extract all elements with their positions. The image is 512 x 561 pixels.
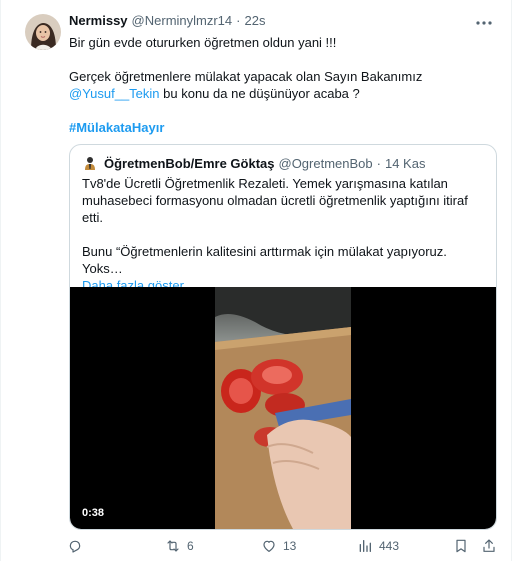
post-text: Bir gün evde otururken öğretmen oldun ya… [69, 34, 489, 136]
like-icon [261, 538, 277, 554]
share-button[interactable] [481, 536, 497, 556]
post-text-line: Bir gün evde otururken öğretmen oldun ya… [69, 35, 337, 50]
quoted-author-avatar [82, 155, 98, 171]
bookmark-button[interactable] [453, 536, 469, 556]
separator-dot: · [376, 155, 381, 171]
post-header: Nermissy @Nerminylmzr14 · 22s [69, 13, 471, 33]
like-button[interactable]: 13 [261, 536, 296, 556]
quoted-text-line: etti. [82, 210, 103, 225]
quoted-post-time: 14 Kas [384, 155, 426, 171]
author-name[interactable]: Nermissy [69, 13, 128, 28]
quoted-post[interactable]: ÖğretmenBob/Emre Göktaş @OgretmenBob · 1… [69, 144, 497, 530]
post-text-line: @Yusuf__Tekin bu konu da ne düşünüyor ac… [69, 85, 489, 102]
author-avatar[interactable] [25, 14, 61, 50]
video-player[interactable]: 0:38 [70, 287, 496, 529]
views-count: 443 [379, 539, 400, 553]
post-text-line: Gerçek öğretmenlere mülakat yapacak olan… [69, 69, 423, 84]
quoted-author-handle: @OgretmenBob [278, 155, 373, 171]
mention-link[interactable]: @Yusuf__Tekin [69, 86, 160, 101]
more-button[interactable] [473, 12, 495, 30]
video-duration: 0:38 [78, 506, 109, 520]
quoted-text-line: Bunu “Öğretmenlerin kalitesini arttırmak… [82, 244, 447, 276]
author-handle[interactable]: @Nerminylmzr14 [132, 13, 233, 28]
repost-icon [165, 538, 181, 554]
repost-count: 6 [187, 539, 194, 553]
like-count: 13 [283, 539, 297, 553]
quoted-post-header: ÖğretmenBob/Emre Göktaş @OgretmenBob · 1… [82, 154, 484, 172]
separator-dot: · [236, 13, 241, 28]
hashtag-link[interactable]: #MülakataHayır [69, 120, 164, 135]
views-button[interactable]: 443 [357, 536, 399, 556]
quoted-text-line: Tv8'de Ücretli Öğretmenlik Rezaleti. Yem… [82, 176, 448, 191]
views-icon [357, 538, 373, 554]
quoted-author-name: ÖğretmenBob/Emre Göktaş [104, 155, 275, 171]
repost-button[interactable]: 6 [165, 536, 194, 556]
quoted-post-text: Tv8'de Ücretli Öğretmenlik Rezaleti. Yem… [82, 175, 486, 294]
quoted-text-line: muhasebeci formasyonu olmadan ücretli öğ… [82, 193, 468, 208]
reply-button[interactable] [67, 536, 89, 556]
reply-icon [67, 538, 83, 554]
video-thumbnail [215, 287, 351, 529]
action-bar: 6 13 443 [63, 536, 503, 556]
bookmark-icon [453, 538, 469, 554]
post-text-fragment: bu konu da ne düşünüyor acaba ? [159, 86, 360, 101]
more-icon [476, 12, 492, 30]
share-icon [481, 538, 497, 554]
tweet-container: Nermissy @Nerminylmzr14 · 22s Bir gün ev… [0, 0, 512, 561]
post-time[interactable]: 22s [245, 13, 266, 28]
